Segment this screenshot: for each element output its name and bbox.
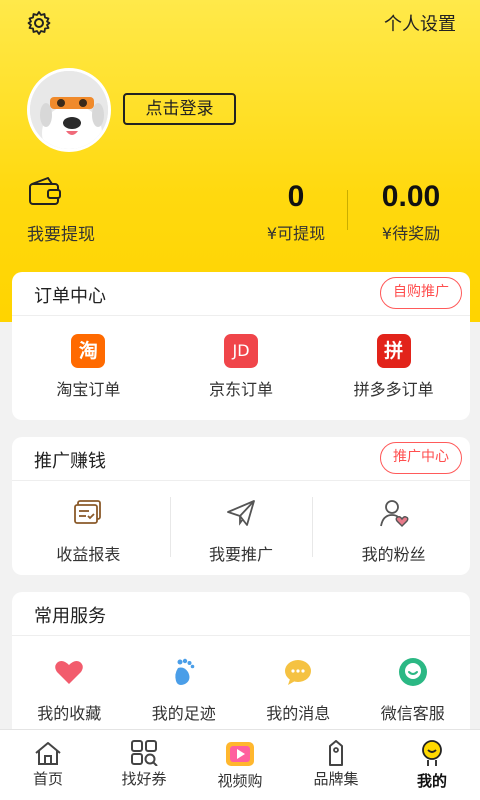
pending-reward-label: ¥待奖励 — [381, 224, 441, 243]
order-center-card: 订单中心 自购推广 淘 淘宝订单 JD 京东订单 拼 拼多多订单 — [12, 272, 470, 420]
common-services-card: 常用服务 我的收藏 我的足迹 我的消息 微信客服 — [12, 592, 470, 742]
withdrawable-label: ¥可提现 — [266, 224, 326, 243]
wechat-service-label: 微信客服 — [380, 704, 445, 723]
jd-icon: JD — [224, 334, 258, 368]
tab-coupons-label: 找好券 — [121, 770, 167, 788]
promote-earn-card: 推广赚钱 推广中心 收益报表 我要推广 我的粉丝 — [12, 437, 470, 575]
taobao-orders-label: 淘宝订单 — [56, 380, 121, 399]
profile-icon — [422, 740, 442, 766]
bottom-tab-bar: 首页 找好券 视频购 品牌集 我的 — [0, 729, 480, 800]
self-purchase-promo-button[interactable]: 自购推广 — [380, 277, 462, 309]
pending-reward-stat[interactable]: 0.00 ¥待奖励 — [366, 180, 456, 244]
wechat-service-icon — [398, 658, 427, 686]
promote-action-label: 我要推广 — [209, 545, 274, 564]
taobao-icon: 淘 — [71, 334, 106, 368]
my-fans[interactable]: 我的粉丝 — [317, 497, 470, 565]
my-fans-label: 我的粉丝 — [361, 545, 426, 564]
promo-center-button[interactable]: 推广中心 — [380, 442, 462, 474]
fans-icon — [379, 500, 409, 527]
withdrawable-value: 0 — [287, 180, 305, 213]
my-messages-label: 我的消息 — [266, 704, 331, 723]
tab-home-label: 首页 — [32, 770, 63, 788]
pinduoduo-orders[interactable]: 拼 拼多多订单 — [317, 334, 470, 400]
message-icon — [285, 660, 312, 685]
my-favorites[interactable]: 我的收藏 — [12, 656, 127, 724]
earnings-report[interactable]: 收益报表 — [12, 497, 165, 565]
footprint-icon — [175, 658, 195, 685]
tab-video-shopping-label: 视频购 — [217, 772, 263, 790]
wechat-service[interactable]: 微信客服 — [356, 656, 471, 724]
pinduoduo-orders-label: 拼多多订单 — [353, 380, 434, 399]
promote-earn-title: 推广赚钱 — [34, 451, 106, 472]
avatar[interactable] — [27, 68, 111, 152]
tab-video-shopping[interactable]: 视频购 — [192, 730, 288, 800]
video-icon — [226, 742, 254, 766]
stat-divider — [347, 190, 348, 230]
order-center-title: 订单中心 — [34, 286, 106, 307]
my-footprints[interactable]: 我的足迹 — [127, 656, 242, 724]
promote-action[interactable]: 我要推广 — [165, 497, 318, 565]
paper-plane-icon — [227, 500, 255, 526]
tab-coupons[interactable]: 找好券 — [96, 730, 192, 800]
tab-mine-label: 我的 — [416, 772, 447, 790]
my-footprints-label: 我的足迹 — [151, 704, 216, 723]
earnings-report-label: 收益报表 — [56, 545, 121, 564]
gear-icon[interactable] — [26, 10, 52, 36]
coupon-grid-icon — [131, 740, 158, 766]
wallet-icon[interactable] — [28, 176, 62, 208]
tab-home[interactable]: 首页 — [0, 730, 96, 800]
tab-mine[interactable]: 我的 — [384, 730, 480, 800]
my-messages[interactable]: 我的消息 — [241, 656, 356, 724]
withdraw-label[interactable]: 我要提现 — [27, 220, 95, 245]
report-icon — [74, 500, 102, 524]
my-favorites-label: 我的收藏 — [37, 704, 102, 723]
login-button[interactable]: 点击登录 — [123, 93, 236, 125]
jd-orders[interactable]: JD 京东订单 — [165, 334, 318, 400]
pinduoduo-icon: 拼 — [376, 334, 411, 368]
heart-icon — [55, 661, 84, 684]
jd-orders-label: 京东订单 — [209, 380, 274, 399]
home-icon — [35, 742, 61, 765]
common-services-title: 常用服务 — [34, 606, 106, 627]
withdrawable-stat[interactable]: 0 ¥可提现 — [256, 180, 336, 244]
pending-reward-value: 0.00 — [381, 180, 441, 213]
tab-brands[interactable]: 品牌集 — [288, 730, 384, 800]
tab-brands-label: 品牌集 — [313, 770, 359, 788]
brand-tag-icon — [329, 740, 343, 766]
taobao-orders[interactable]: 淘 淘宝订单 — [12, 334, 165, 400]
personal-settings-link[interactable]: 个人设置 — [384, 10, 456, 36]
